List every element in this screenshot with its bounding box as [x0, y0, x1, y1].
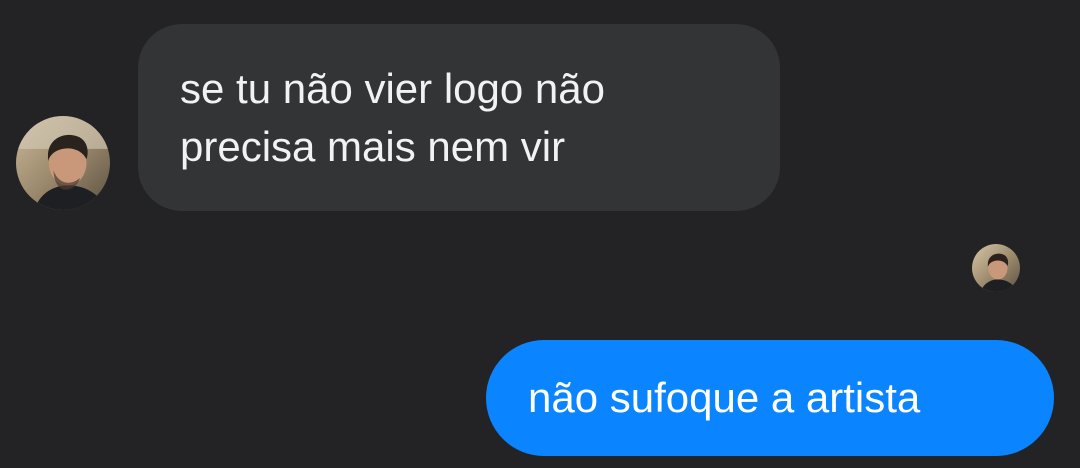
sent-message-text: não sufoque a artista [528, 374, 921, 421]
received-message-line-1: se tu não vier logo não [180, 65, 605, 112]
read-receipt-avatar [972, 244, 1020, 292]
contact-avatar-photo-icon [16, 116, 110, 210]
sent-message-bubble[interactable]: não sufoque a artista [486, 340, 1054, 456]
seen-avatar-photo-icon [972, 244, 1020, 292]
received-message-line-2: precisa mais nem vir [180, 123, 566, 170]
contact-avatar[interactable] [16, 116, 110, 210]
received-message-bubble[interactable]: se tu não vier logo não precisa mais nem… [138, 24, 780, 211]
